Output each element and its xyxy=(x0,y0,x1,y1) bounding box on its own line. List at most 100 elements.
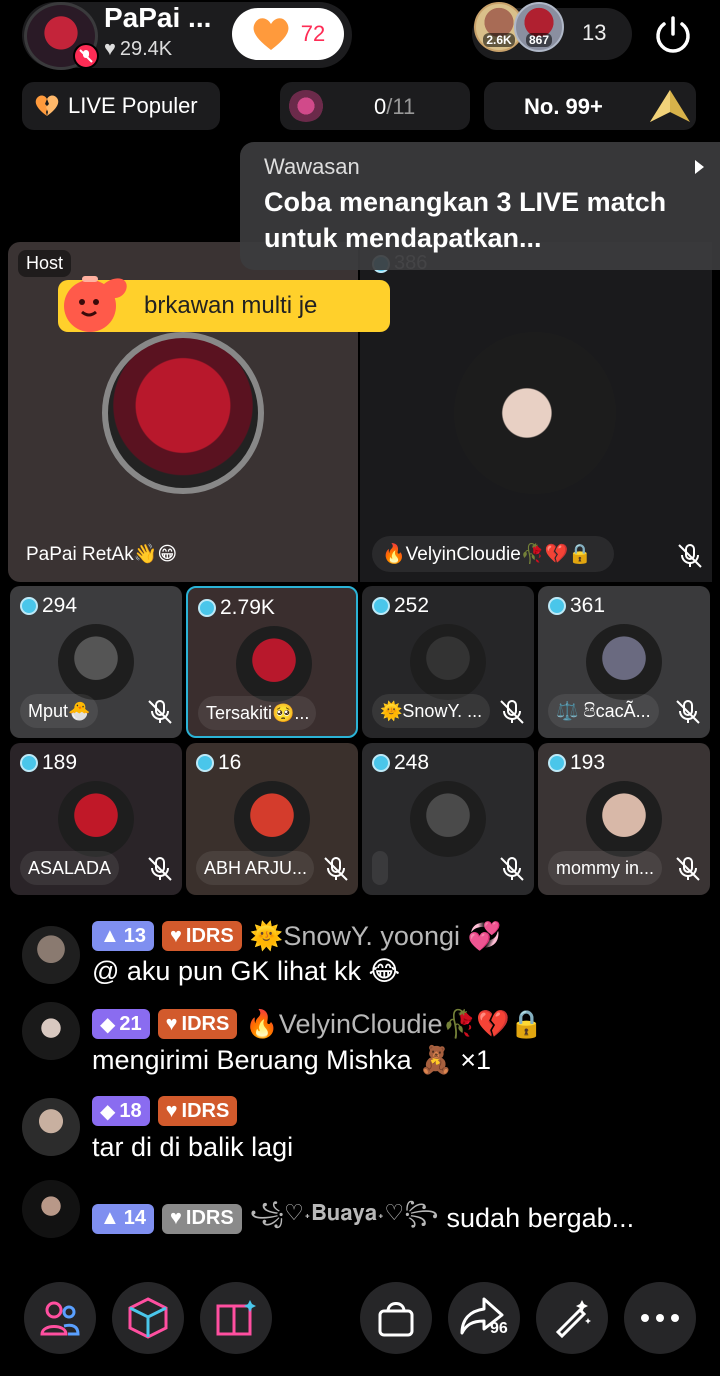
box-button[interactable] xyxy=(112,1282,184,1354)
guest-tile[interactable]: 189 ASALADA xyxy=(10,743,182,895)
insight-text: Coba menangkan 3 LIVE match untuk mendap… xyxy=(264,187,667,253)
level-badge: ◆ 21 xyxy=(92,1009,150,1039)
insight-popup[interactable]: Wawasan Coba menangkan 3 LIVE match untu… xyxy=(240,142,720,270)
guest-score: 294 xyxy=(20,594,77,618)
guest-tile[interactable]: 16 ABH ARJU... xyxy=(186,743,358,895)
chat-avatar[interactable] xyxy=(22,1002,80,1060)
guest-tile[interactable]: 361 ⚖️ පිcacÃ... xyxy=(538,586,710,738)
shopping-bag-icon xyxy=(378,1302,414,1337)
guest-score: 252 xyxy=(372,594,429,618)
chat-username[interactable]: 🌞SnowY. yoongi 💞 xyxy=(250,920,501,952)
book-button[interactable] xyxy=(200,1282,272,1354)
guest-score: 193 xyxy=(548,751,605,775)
book-sparkle-icon xyxy=(216,1300,256,1336)
guest-name xyxy=(372,851,388,885)
guest-avatar xyxy=(58,624,134,700)
guest-score: 248 xyxy=(372,751,429,775)
chat-text: sudah bergab... xyxy=(446,1203,635,1233)
guest-tile[interactable]: 193 mommy in... xyxy=(538,743,710,895)
match-progress[interactable]: 0/11 xyxy=(280,82,470,130)
chat-avatar[interactable] xyxy=(22,926,80,984)
guest-score: 2.79K xyxy=(198,596,275,620)
level-badge: ▲ 13 xyxy=(92,921,155,951)
chat-avatar[interactable] xyxy=(22,1180,80,1238)
heart-icon: ♥ xyxy=(104,38,116,60)
guest-avatar xyxy=(586,624,662,700)
effects-button[interactable] xyxy=(536,1282,608,1354)
chat-avatar[interactable] xyxy=(22,1098,80,1156)
live-popular-button[interactable]: LIVE Populer xyxy=(22,82,220,130)
more-button[interactable] xyxy=(624,1282,696,1354)
shop-button[interactable] xyxy=(360,1282,432,1354)
fan-badge: ♥ IDRS xyxy=(157,1096,238,1126)
insight-title: Wawasan xyxy=(264,154,360,179)
guest-video-tile[interactable]: 386 🔥VelyinCloudie🥀💔🔒 xyxy=(360,242,712,582)
guest-name: ⚖️ පිcacÃ... xyxy=(548,694,659,728)
chat-text: mengirimi Beruang Mishka 🧸 ×1 xyxy=(92,1045,492,1075)
guest-score: 361 xyxy=(548,594,605,618)
guest-avatar xyxy=(586,781,662,857)
chat-text: @ aku pun GK lihat kk 😂 xyxy=(92,956,401,986)
guest-name: Tersakiti🥺... xyxy=(198,696,316,730)
guest-score: 189 xyxy=(20,751,77,775)
diamond-icon xyxy=(548,597,566,615)
chat-text: tar di di balik lagi xyxy=(92,1132,294,1162)
guest-tile[interactable]: 252 🌞SnowY. ... xyxy=(362,586,534,738)
mic-off-icon xyxy=(324,857,348,881)
guest-tile-name: 🔥VelyinCloudie🥀💔🔒 xyxy=(372,536,614,572)
mic-off-icon xyxy=(500,700,524,724)
magic-wand-icon xyxy=(555,1300,591,1339)
guest-score: 16 xyxy=(196,751,241,775)
muted-mic-icon xyxy=(73,43,99,69)
host-name: PaPai ... xyxy=(104,2,212,33)
host-tile-avatar xyxy=(102,332,264,494)
guest-avatar xyxy=(234,781,310,857)
guest-tile[interactable]: 248 xyxy=(362,743,534,895)
guest-name: ASALADA xyxy=(20,851,120,885)
guest-name: Mput🐣 xyxy=(20,694,99,728)
guests-button[interactable] xyxy=(24,1282,96,1354)
power-icon[interactable] xyxy=(650,12,696,58)
host-tile-name: PaPai RetAk👋😁 xyxy=(26,544,178,565)
level-badge: ◆ 18 xyxy=(92,1096,150,1126)
follow-button[interactable]: 72 xyxy=(232,8,344,60)
guest-name: 🌞SnowY. ... xyxy=(372,694,490,728)
share-count: 96 xyxy=(490,1320,508,1337)
mic-off-icon xyxy=(148,857,172,881)
rank-button[interactable]: No. 99+ xyxy=(484,82,696,130)
top-viewer-avatar[interactable]: 867 xyxy=(514,2,564,52)
guest-avatar xyxy=(410,624,486,700)
guest-tile[interactable]: 2.79K Tersakiti🥺... xyxy=(186,586,358,738)
chat-username[interactable]: ꧁♡˖𝐁𝐮𝐚𝐲𝐚˖♡꧂ xyxy=(250,1196,439,1241)
chat-username[interactable]: 🔥VelyinCloudie🥀💔🔒 xyxy=(245,1008,543,1040)
match-icon xyxy=(288,90,324,122)
fan-badge: ♥ IDRS xyxy=(162,921,242,951)
diamond-icon xyxy=(20,597,38,615)
guest-avatar xyxy=(58,781,134,857)
host-avatar[interactable] xyxy=(24,2,99,70)
orange-heart-icon xyxy=(253,18,289,50)
diamond-icon xyxy=(372,754,390,772)
cube-icon xyxy=(128,1297,168,1339)
mic-off-icon xyxy=(678,544,702,568)
guest-tile-avatar xyxy=(454,332,616,494)
share-button[interactable]: 96 xyxy=(448,1282,520,1354)
rank-label: No. 99+ xyxy=(524,94,603,119)
mic-off-icon xyxy=(500,857,524,881)
guest-name: mommy in... xyxy=(548,851,663,885)
mic-off-icon xyxy=(676,857,700,881)
guest-name: ABH ARJU... xyxy=(196,851,314,885)
diamond-icon xyxy=(20,754,38,772)
fan-badge: ♥ IDRS xyxy=(162,1203,242,1234)
diamond-icon xyxy=(372,597,390,615)
guest-avatar xyxy=(236,626,312,702)
viewer-count: 13 xyxy=(582,20,607,45)
broken-heart-icon xyxy=(35,95,59,116)
guest-tile[interactable]: 294 Mput🐣 xyxy=(10,586,182,738)
host-likes: ♥ 29.4K xyxy=(104,38,173,60)
people-icon xyxy=(40,1301,80,1336)
play-arrow-icon xyxy=(695,160,704,174)
rank-arrow-icon xyxy=(650,90,690,122)
level-badge: ▲ 14 xyxy=(92,1203,155,1234)
more-dots-icon xyxy=(641,1314,679,1322)
